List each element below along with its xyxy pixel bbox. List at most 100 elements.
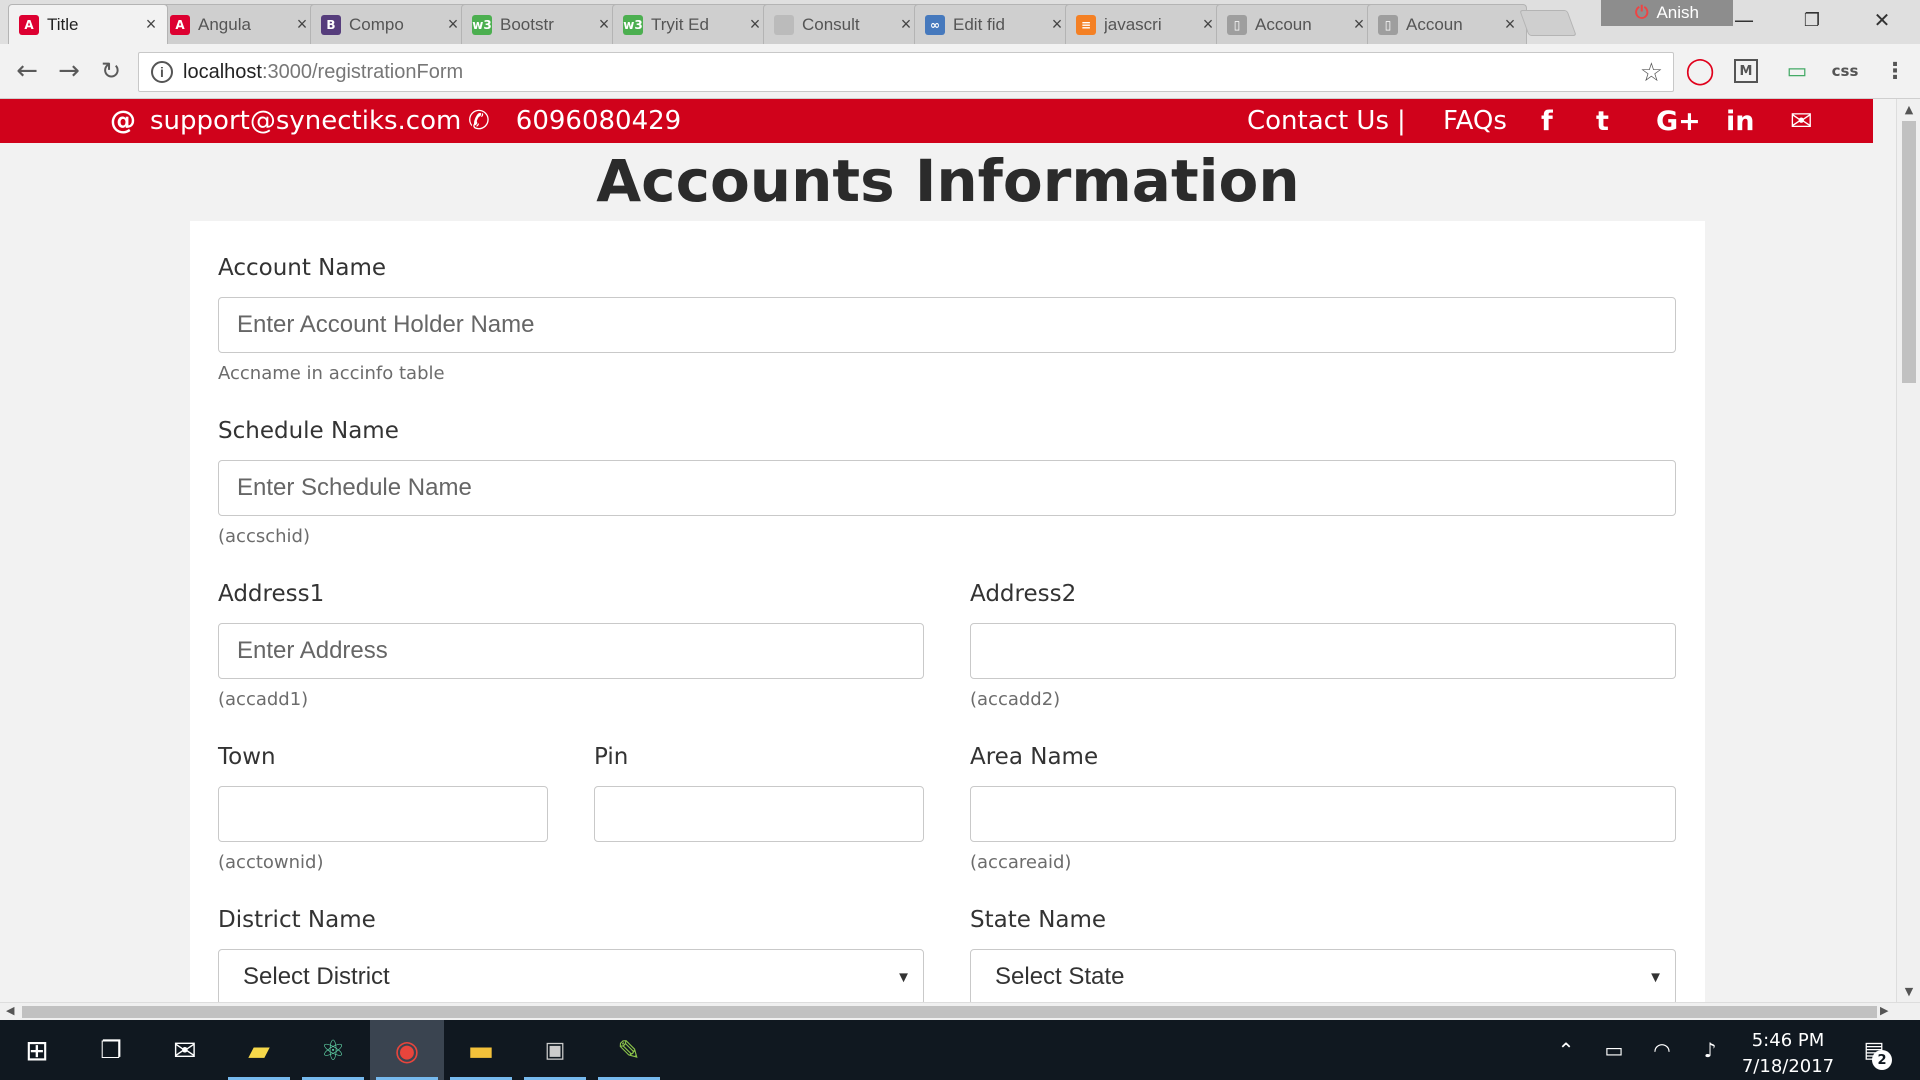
google-plus-icon[interactable]: G+	[1656, 99, 1701, 143]
tab-title: Accoun	[1406, 14, 1463, 34]
browser-tab[interactable]: B Compo ×	[310, 4, 470, 44]
close-icon[interactable]: ×	[294, 14, 310, 35]
forward-icon[interactable]: →	[52, 54, 86, 88]
account-name-input[interactable]	[218, 297, 1676, 353]
browser-tab[interactable]: ∞ Edit fid ×	[914, 4, 1074, 44]
tab-title: Title	[47, 14, 79, 34]
notification-count-badge: 2	[1872, 1050, 1892, 1070]
browser-tab[interactable]: ▯ Accoun ×	[1216, 4, 1376, 44]
browser-tab[interactable]: A Title ×	[8, 4, 168, 44]
district-select[interactable]: Select District ▼	[218, 949, 924, 1002]
twitter-icon[interactable]: t	[1596, 99, 1609, 143]
css-icon[interactable]: css	[1830, 56, 1860, 86]
mercury-icon[interactable]: M	[1734, 59, 1758, 83]
contact-us-link[interactable]: Contact Us	[1247, 99, 1389, 143]
linkedin-icon[interactable]: in	[1726, 99, 1754, 143]
file-explorer-icon[interactable]: ▬	[444, 1020, 518, 1080]
sticky-notes-icon[interactable]: ▰	[222, 1020, 296, 1080]
vertical-scroll-thumb[interactable]	[1902, 121, 1916, 383]
close-icon[interactable]: ×	[1049, 14, 1065, 35]
scroll-right-icon[interactable]: ▶	[1880, 1004, 1888, 1017]
browser-tab[interactable]: ≡ javascri ×	[1065, 4, 1225, 44]
account-name-help: Accname in accinfo table	[218, 363, 445, 384]
battery-icon[interactable]: ▭	[1592, 1020, 1636, 1080]
document-icon: ▯	[1378, 14, 1398, 35]
address2-input[interactable]	[970, 623, 1676, 679]
phone-link[interactable]: ✆ 6096080429	[468, 99, 681, 143]
nav-separator: |	[1397, 106, 1406, 136]
address1-input[interactable]	[218, 623, 924, 679]
close-icon[interactable]: ×	[747, 14, 763, 35]
area-name-input[interactable]	[970, 786, 1676, 842]
mail-icon[interactable]: ✉	[148, 1020, 222, 1080]
page-icon	[774, 14, 794, 35]
support-email: support@synectiks.com	[150, 106, 462, 136]
back-icon[interactable]: ←	[10, 54, 44, 88]
vertical-scrollbar[interactable]: ▲ ▼	[1896, 99, 1920, 1002]
windows-taskbar: ⊞ ❐ ✉ ▰ ⚛ ◉ ▬ ▣ ✎ ⌃ ▭ ◠ ♪ 5:46 PM 7/18/2…	[0, 1020, 1920, 1080]
faqs-link[interactable]: FAQs	[1443, 99, 1507, 143]
url-path: :3000/registrationForm	[261, 60, 464, 83]
horizontal-scroll-thumb[interactable]	[22, 1006, 1877, 1018]
close-icon[interactable]: ×	[1351, 14, 1367, 35]
angular-icon: A	[19, 14, 39, 35]
close-icon[interactable]: ×	[143, 14, 159, 35]
bookmark-star-icon[interactable]: ☆	[1640, 57, 1663, 88]
info-icon[interactable]: i	[151, 61, 173, 83]
wifi-icon[interactable]: ◠	[1640, 1020, 1684, 1080]
scroll-down-icon[interactable]: ▼	[1897, 985, 1920, 998]
close-icon[interactable]: ×	[898, 14, 914, 35]
browser-tab[interactable]: Consult ×	[763, 4, 923, 44]
browser-tab[interactable]: A Angula ×	[159, 4, 319, 44]
terminal-icon[interactable]: ▣	[518, 1020, 592, 1080]
close-icon[interactable]: ×	[1502, 14, 1518, 35]
volume-icon[interactable]: ♪	[1688, 1020, 1732, 1080]
town-input[interactable]	[218, 786, 548, 842]
menu-icon[interactable]: ⋮	[1880, 56, 1910, 86]
action-center-icon[interactable]: ▤	[1852, 1020, 1896, 1080]
support-email-link[interactable]: @ support@synectiks.com	[110, 99, 461, 143]
stackoverflow-icon: ≡	[1076, 14, 1096, 35]
new-tab-button[interactable]	[1519, 10, 1577, 36]
opera-icon[interactable]: ◯	[1685, 56, 1715, 86]
district-selected-value: Select District	[243, 963, 390, 990]
chevron-down-icon: ▼	[896, 968, 911, 986]
profile-button[interactable]: ⏻ Anish	[1601, 0, 1733, 26]
browser-tab[interactable]: ▯ Accoun ×	[1367, 4, 1527, 44]
horizontal-scrollbar[interactable]: ◀ ▶	[0, 1002, 1920, 1020]
phone-number: 6096080429	[515, 106, 682, 136]
browser-tab[interactable]: w3 Bootstr ×	[461, 4, 621, 44]
close-icon[interactable]: ×	[445, 14, 461, 35]
close-window-button[interactable]: ✕	[1854, 0, 1910, 40]
profile-name: Anish	[1656, 3, 1699, 22]
monitor-icon[interactable]: ▭	[1782, 56, 1812, 86]
task-view-icon[interactable]: ❐	[74, 1020, 148, 1080]
atom-icon[interactable]: ⚛	[296, 1020, 370, 1080]
chrome-icon[interactable]: ◉	[370, 1020, 444, 1080]
w3schools-icon: w3	[623, 14, 643, 35]
schedule-name-input[interactable]	[218, 460, 1676, 516]
notepad-plus-icon[interactable]: ✎	[592, 1020, 666, 1080]
minimize-button[interactable]: —	[1716, 0, 1772, 40]
scroll-left-icon[interactable]: ◀	[6, 1004, 14, 1017]
taskbar-clock[interactable]: 5:46 PM 7/18/2017	[1728, 1028, 1848, 1080]
browser-tab[interactable]: w3 Tryit Ed ×	[612, 4, 772, 44]
page-viewport: @ support@synectiks.com ✆ 6096080429 Con…	[0, 99, 1896, 1002]
scroll-up-icon[interactable]: ▲	[1897, 103, 1920, 116]
restore-button[interactable]: ❐	[1784, 0, 1840, 40]
jsfiddle-icon: ∞	[925, 14, 945, 35]
facebook-icon[interactable]: f	[1541, 99, 1553, 143]
pin-input[interactable]	[594, 786, 924, 842]
windows-start-icon[interactable]: ⊞	[0, 1020, 74, 1080]
close-icon[interactable]: ×	[1200, 14, 1216, 35]
email-icon[interactable]: ✉	[1790, 99, 1813, 143]
reload-icon[interactable]: ↻	[94, 54, 128, 88]
state-select[interactable]: Select State ▼	[970, 949, 1676, 1002]
show-hidden-icons-icon[interactable]: ⌃	[1544, 1020, 1588, 1080]
at-icon: @	[110, 106, 136, 136]
state-name-label: State Name	[970, 907, 1107, 933]
profile-icon: ⏻	[1635, 3, 1649, 22]
address1-help: (accadd1)	[218, 689, 309, 710]
address-bar[interactable]: i localhost :3000/registrationForm ☆	[138, 52, 1674, 92]
close-icon[interactable]: ×	[596, 14, 612, 35]
